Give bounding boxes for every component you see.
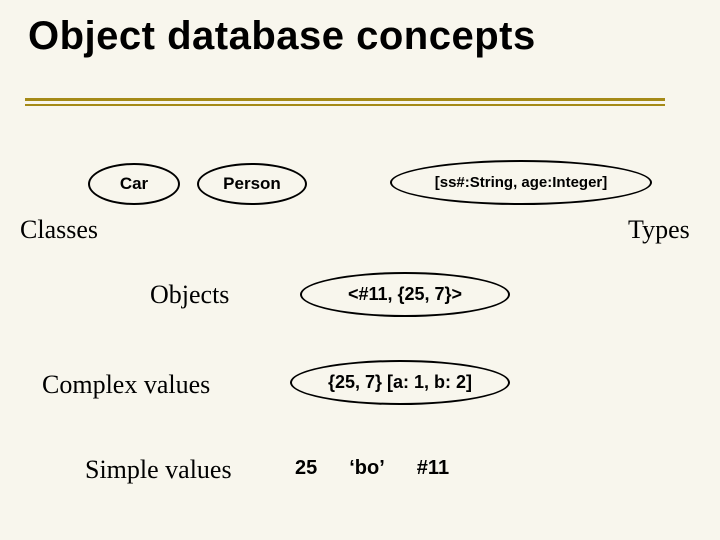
complex-values-label: Complex values xyxy=(42,370,210,400)
page-title: Object database concepts xyxy=(28,14,536,59)
class-person-ellipse: Person xyxy=(197,163,307,205)
types-label: Types xyxy=(628,215,690,245)
object-example-text: <#11, {25, 7}> xyxy=(348,284,462,305)
simple-values-label: Simple values xyxy=(85,455,232,485)
type-schema-text: [ss#:String, age:Integer] xyxy=(435,174,608,191)
object-example-ellipse: <#11, {25, 7}> xyxy=(300,272,510,317)
title-underline-thin xyxy=(25,104,665,106)
class-car-label: Car xyxy=(120,174,148,194)
simple-value-2: ‘bo’ xyxy=(349,457,385,480)
classes-label: Classes xyxy=(20,215,98,245)
complex-values-example-text: {25, 7} [a: 1, b: 2] xyxy=(328,372,472,393)
class-car-ellipse: Car xyxy=(88,163,180,205)
objects-label: Objects xyxy=(150,280,229,310)
simple-values-row: 25 ‘bo’ #11 xyxy=(295,457,449,480)
title-underline xyxy=(25,98,665,101)
class-person-label: Person xyxy=(223,174,281,194)
complex-values-example-ellipse: {25, 7} [a: 1, b: 2] xyxy=(290,360,510,405)
slide: Object database concepts Car Person [ss#… xyxy=(0,0,720,540)
type-schema-ellipse: [ss#:String, age:Integer] xyxy=(390,160,652,205)
simple-value-1: 25 xyxy=(295,457,317,480)
simple-value-3: #11 xyxy=(417,457,449,480)
